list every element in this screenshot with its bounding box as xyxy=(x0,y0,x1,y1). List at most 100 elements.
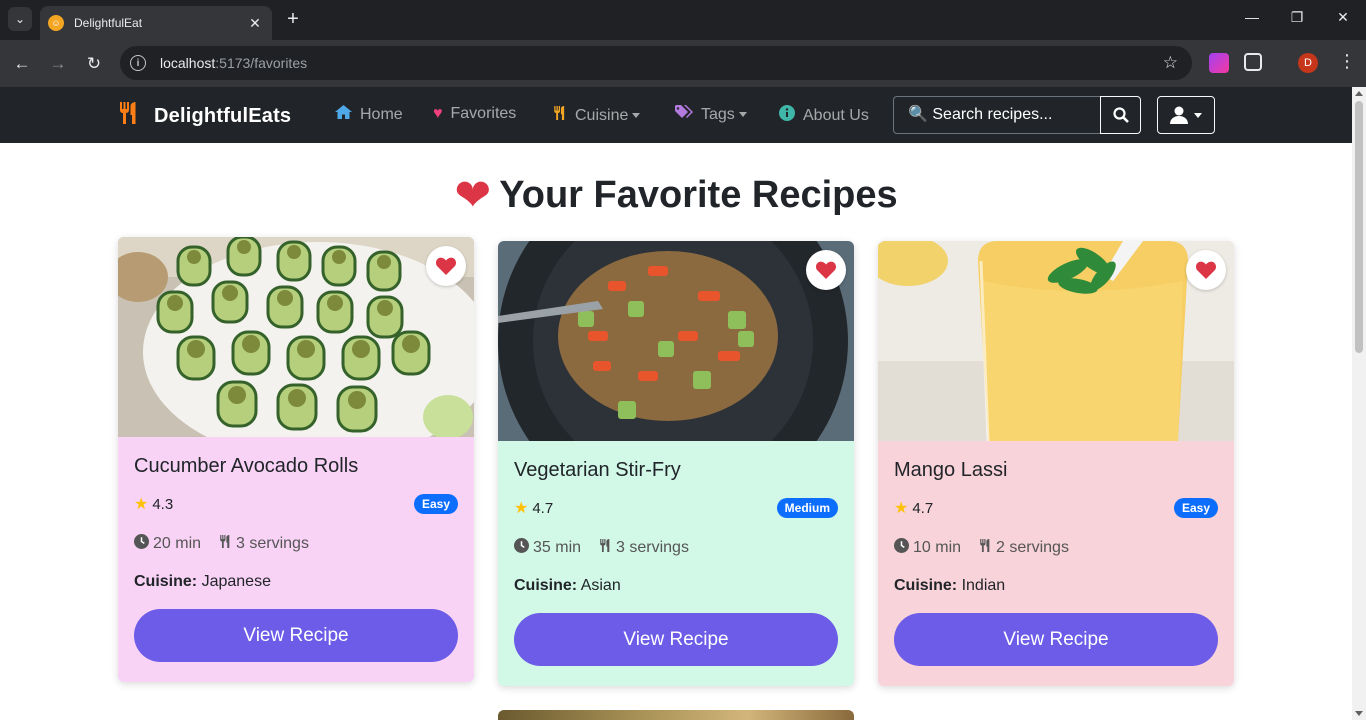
cuisine-value: Asian xyxy=(580,577,621,594)
browser-tab[interactable]: ☺ DelightfulEat ✕ xyxy=(40,6,272,40)
extension-icon[interactable] xyxy=(1209,53,1229,73)
browser-menu-icon[interactable]: ⋮ xyxy=(1338,51,1356,72)
scroll-down-arrow[interactable] xyxy=(1355,711,1363,716)
scroll-up-arrow[interactable] xyxy=(1355,91,1363,96)
clock-icon xyxy=(134,534,149,553)
bookmark-star-icon[interactable]: ☆ xyxy=(1163,53,1178,73)
heart-icon xyxy=(1196,261,1216,279)
difficulty-badge: Easy xyxy=(1173,498,1218,518)
search-button[interactable] xyxy=(1100,96,1141,134)
browser-tab-bar: ⌄ ☺ DelightfulEat ✕ + — ❐ ✕ xyxy=(0,0,1366,40)
brand-name: DelightfulEats xyxy=(154,104,292,127)
tab-search-icon[interactable]: ⌄ xyxy=(8,7,32,31)
recipe-image-mango-lassi[interactable] xyxy=(878,241,1234,441)
nav-tags-label: Tags xyxy=(701,105,735,123)
cuisine-line: Cuisine: Indian xyxy=(894,577,1218,595)
scroll-thumb[interactable] xyxy=(1355,101,1363,353)
minimize-icon[interactable]: — xyxy=(1242,9,1262,25)
tags-icon xyxy=(675,105,693,124)
cuisine-label: Cuisine: xyxy=(894,577,958,594)
rating-row: ★ 4.3 Easy xyxy=(134,494,458,514)
star-icon: ★ xyxy=(894,500,909,517)
search-input[interactable] xyxy=(893,96,1100,134)
extensions-puzzle-icon[interactable] xyxy=(1244,53,1262,71)
favorite-toggle-button[interactable] xyxy=(426,246,466,286)
rating: ★ 4.3 xyxy=(134,494,173,514)
url-field[interactable]: i localhost:5173/favorites ☆ xyxy=(120,46,1192,80)
page-title-text: Your Favorite Recipes xyxy=(499,174,898,216)
close-window-icon[interactable]: ✕ xyxy=(1333,9,1353,26)
utensils-icon xyxy=(599,538,612,557)
difficulty-badge: Easy xyxy=(413,494,458,514)
cook-time: 20 min xyxy=(153,534,202,552)
user-menu-button[interactable] xyxy=(1157,96,1215,134)
card-body: Vegetarian Stir-Fry ★ 4.7 Medium 35 min … xyxy=(514,441,838,666)
site-info-icon[interactable]: i xyxy=(130,55,146,71)
star-icon: ★ xyxy=(514,500,529,517)
view-recipe-button[interactable]: View Recipe xyxy=(514,613,838,666)
nav-tags-dropdown[interactable]: Tags xyxy=(675,105,747,124)
rating-value: 4.7 xyxy=(912,499,934,517)
favicon-icon: ☺ xyxy=(48,15,64,31)
servings: 3 servings xyxy=(616,538,689,556)
user-icon xyxy=(1170,106,1188,124)
restore-icon[interactable]: ❐ xyxy=(1287,9,1307,26)
cuisine-value: Japanese xyxy=(201,573,271,590)
rating-value: 4.7 xyxy=(532,499,554,517)
rating: ★ 4.7 xyxy=(894,498,933,518)
cuisine-label: Cuisine: xyxy=(514,577,578,594)
rating-value: 4.3 xyxy=(152,495,174,513)
page-title: ❤ Your Favorite Recipes xyxy=(0,170,1352,221)
nav-cuisine-dropdown[interactable]: Cuisine xyxy=(553,105,641,126)
close-tab-icon[interactable]: ✕ xyxy=(246,15,264,32)
house-icon xyxy=(335,105,352,124)
utensils-icon xyxy=(979,538,992,557)
recipe-image-stir-fry[interactable] xyxy=(498,241,854,441)
heart-icon xyxy=(436,257,456,275)
rating: ★ 4.7 xyxy=(514,498,553,518)
nav-home[interactable]: Home xyxy=(335,105,403,124)
clock-icon xyxy=(894,538,909,557)
difficulty-badge: Medium xyxy=(776,498,838,518)
nav-about-label: About Us xyxy=(803,106,869,124)
heart-icon: ❤ xyxy=(454,171,492,220)
heart-icon xyxy=(816,261,836,279)
profile-avatar[interactable]: D xyxy=(1298,53,1318,73)
heart-icon: ♥ xyxy=(433,105,443,122)
servings: 3 servings xyxy=(236,534,309,552)
cook-time: 35 min xyxy=(533,538,582,556)
nav-favorites-label: Favorites xyxy=(450,105,517,122)
recipe-card: Mango Lassi ★ 4.7 Easy 10 min 2 servings… xyxy=(878,241,1234,686)
recipe-title: Mango Lassi xyxy=(894,459,1008,481)
nav-about[interactable]: About Us xyxy=(779,105,869,126)
recipe-image-cucumber-rolls[interactable] xyxy=(118,237,474,437)
recipe-card: Cucumber Avocado Rolls ★ 4.3 Easy 20 min… xyxy=(118,237,474,682)
cook-time: 10 min xyxy=(913,538,962,556)
favorite-toggle-button[interactable] xyxy=(806,250,846,290)
reload-icon[interactable]: ↻ xyxy=(82,52,106,76)
nav-favorites[interactable]: ♥ Favorites xyxy=(433,105,516,123)
new-tab-icon[interactable]: + xyxy=(282,8,304,30)
recipe-title: Cucumber Avocado Rolls xyxy=(134,455,359,477)
view-recipe-button[interactable]: View Recipe xyxy=(134,609,458,662)
rating-row: ★ 4.7 Easy xyxy=(894,498,1218,518)
page-scrollbar[interactable] xyxy=(1352,87,1366,720)
brand-link[interactable]: DelightfulEats xyxy=(118,101,291,131)
favorite-toggle-button[interactable] xyxy=(1186,250,1226,290)
forward-icon[interactable]: → xyxy=(46,52,70,76)
address-bar-row: ← → ↻ i localhost:5173/favorites ☆ D ⋮ xyxy=(0,40,1366,87)
clock-icon xyxy=(514,538,529,557)
card-body: Cucumber Avocado Rolls ★ 4.3 Easy 20 min… xyxy=(134,437,458,662)
utensils-icon xyxy=(219,534,232,553)
utensils-icon xyxy=(553,105,567,126)
search-icon xyxy=(1112,107,1129,123)
star-icon: ★ xyxy=(134,496,149,513)
card-body: Mango Lassi ★ 4.7 Easy 10 min 2 servings… xyxy=(894,441,1218,666)
nav-cuisine-label: Cuisine xyxy=(575,106,629,124)
recipe-card-partial xyxy=(498,710,854,720)
cuisine-line: Cuisine: Asian xyxy=(514,577,838,595)
servings: 2 servings xyxy=(996,538,1069,556)
view-recipe-button[interactable]: View Recipe xyxy=(894,613,1218,666)
back-icon[interactable]: ← xyxy=(10,52,34,76)
url-text: localhost:5173/favorites xyxy=(160,55,308,71)
